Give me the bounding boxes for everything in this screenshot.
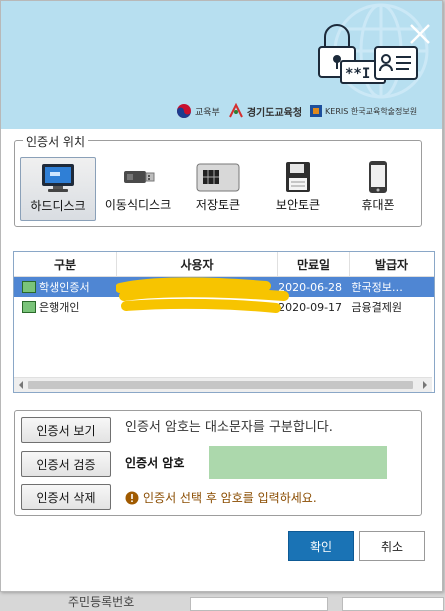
background-input-1 — [190, 597, 328, 611]
row-issuer-cell: 한국정보… — [345, 277, 434, 297]
location-phone-label: 휴대폰 — [361, 198, 395, 212]
ok-button[interactable]: 확인 — [288, 531, 354, 561]
row-type: 학생인증서 — [39, 281, 90, 294]
phone-icon — [369, 161, 387, 193]
location-token[interactable]: 저장토큰 — [181, 157, 255, 219]
scroll-right-icon[interactable] — [419, 378, 431, 392]
warning-text: 인증서 선택 후 암호를 입력하세요. — [143, 491, 317, 505]
row-issuer-cell: 금융결제원 — [345, 297, 434, 317]
background-input-2 — [342, 597, 444, 611]
col-expiry[interactable]: 만료일 — [278, 252, 350, 276]
case-sensitive-note: 인증서 암호는 대소문자를 구분합니다. — [125, 420, 333, 435]
certificate-location-legend: 인증서 위치 — [23, 133, 89, 150]
gyeonggi-mark-icon — [228, 103, 243, 118]
scroll-left-icon[interactable] — [15, 378, 27, 392]
location-phone[interactable]: 휴대폰 — [341, 157, 415, 219]
col-type[interactable]: 구분 — [14, 252, 117, 276]
gyeonggi-logo-text: 경기도교육청 — [246, 107, 303, 119]
svg-text:**I: **I — [345, 66, 370, 82]
logo-strip: 교육부 경기도교육청 KERIS 한국교육학술정보원 — [176, 102, 417, 120]
taeguk-icon — [177, 104, 191, 118]
certificate-dialog: **I 교육부 경기도교육청 KERIS 한국교육학술정보원 인증서 위치 하드… — [0, 0, 443, 592]
location-removable[interactable]: 이동식디스크 — [101, 157, 175, 219]
warning-message: 인증서 선택 후 암호를 입력하세요. — [125, 489, 317, 506]
table-header: 구분 사용자 만료일 발급자 — [14, 252, 434, 277]
location-security[interactable]: 보안토큰 — [261, 157, 335, 219]
usb-icon — [124, 171, 155, 183]
row-type-cell: 은행개인 — [14, 297, 116, 317]
background-field-label: 주민등록번호 — [68, 595, 135, 609]
chip-card-icon — [196, 163, 240, 192]
ministry-logo-text: 교육부 — [195, 107, 220, 118]
certificate-icon — [22, 301, 36, 313]
certificate-icon — [22, 281, 36, 293]
gyeonggi-logo: 경기도교육청 — [228, 103, 302, 119]
col-user[interactable]: 사용자 — [117, 252, 278, 276]
monitor-icon — [42, 164, 74, 192]
certificate-actions-group: 인증서 보기 인증서 검증 인증서 삭제 인증서 암호는 대소문자를 구분합니다… — [14, 410, 422, 516]
location-removable-label: 이동식디스크 — [104, 198, 172, 212]
certificate-location-group: 인증서 위치 하드디스크 이동식디스크 저장토큰 보안토큰 휴대폰 — [14, 133, 422, 227]
dialog-banner: **I 교육부 경기도교육청 KERIS 한국교육학술정보원 — [1, 1, 442, 129]
floppy-icon — [286, 162, 310, 192]
scrollbar-thumb[interactable] — [28, 381, 413, 389]
row-issuer: 한국정보… — [351, 281, 403, 294]
verify-certificate-button[interactable]: 인증서 검증 — [21, 451, 111, 477]
horizontal-scrollbar[interactable] — [14, 377, 432, 392]
password-label: 인증서 암호 — [125, 456, 185, 470]
view-certificate-button[interactable]: 인증서 보기 — [21, 417, 111, 443]
delete-certificate-button[interactable]: 인증서 삭제 — [21, 484, 111, 510]
keris-logo: KERIS 한국교육학술정보원 — [310, 105, 417, 117]
ministry-logo: 교육부 — [176, 103, 220, 119]
warning-icon — [125, 491, 139, 504]
redaction-mark — [116, 277, 289, 313]
row-type: 은행개인 — [39, 301, 80, 314]
keris-logo-text: KERIS 한국교육학술정보원 — [325, 106, 418, 116]
row-issuer: 금융결제원 — [351, 301, 403, 314]
location-harddisk-label: 하드디스크 — [30, 199, 86, 213]
col-issuer[interactable]: 발급자 — [350, 252, 433, 276]
cancel-button[interactable]: 취소 — [359, 531, 425, 561]
keris-mark-icon — [310, 105, 323, 117]
certificate-list: 구분 사용자 만료일 발급자 학생인증서 2020-06-28 한국정보… 은행… — [13, 251, 435, 393]
location-harddisk[interactable]: 하드디스크 — [20, 157, 96, 221]
close-icon[interactable] — [408, 22, 432, 46]
location-token-label: 저장토큰 — [195, 198, 241, 212]
row-type-cell: 학생인증서 — [14, 277, 116, 297]
location-security-label: 보안토큰 — [275, 198, 321, 212]
password-input[interactable] — [209, 446, 387, 479]
